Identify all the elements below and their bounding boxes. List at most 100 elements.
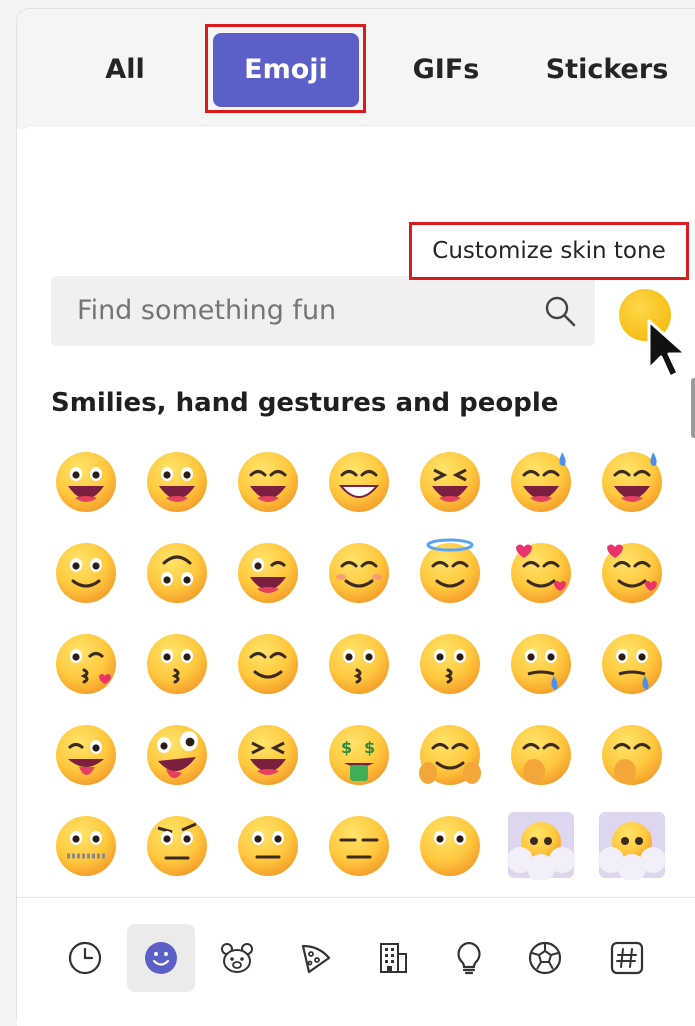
category-places[interactable] bbox=[359, 924, 427, 992]
emoji-graphic bbox=[329, 543, 389, 603]
emoji-smiling-face-with-hearts[interactable] bbox=[506, 537, 576, 607]
emoji-graphic bbox=[507, 812, 575, 882]
emoji-graphic bbox=[420, 452, 480, 512]
emoji-grinning-face-with-smiling-eyes[interactable] bbox=[233, 446, 303, 516]
emoji-drooling-face[interactable] bbox=[597, 628, 667, 698]
svg-text:$: $ bbox=[364, 738, 375, 757]
emoji-graphic bbox=[329, 816, 389, 876]
emoji-beaming-face[interactable] bbox=[324, 446, 394, 516]
emoji-upside-down-face[interactable] bbox=[142, 537, 212, 607]
search-input[interactable] bbox=[77, 276, 507, 346]
emoji-face-with-tongue[interactable] bbox=[51, 719, 121, 789]
emoji-graphic bbox=[329, 452, 389, 512]
emoji-graphic bbox=[56, 725, 116, 785]
emoji-smiling-face-with-halo[interactable] bbox=[415, 537, 485, 607]
emoji-graphic bbox=[238, 634, 298, 694]
clock-icon bbox=[68, 941, 102, 975]
emoji-graphic bbox=[238, 543, 298, 603]
emoji-kissing-face-with-smiling-eyes[interactable] bbox=[324, 628, 394, 698]
emoji-grinning-face-with-big-eyes[interactable] bbox=[142, 446, 212, 516]
tab-gifs[interactable]: GIFs bbox=[391, 33, 501, 107]
emoji-face-with-hand-over-mouth[interactable] bbox=[597, 719, 667, 789]
emoji-graphic bbox=[238, 816, 298, 876]
emoji-graphic bbox=[147, 816, 207, 876]
section-title: Smilies, hand gestures and people bbox=[51, 388, 559, 418]
building-icon bbox=[380, 943, 407, 973]
tab-all[interactable]: All bbox=[77, 33, 173, 107]
emoji-picker-window: All Emoji GIFs Stickers Customize skin t… bbox=[16, 8, 695, 1026]
smiley-icon bbox=[145, 942, 177, 974]
emoji-face-with-raised-eyebrow[interactable] bbox=[142, 810, 212, 880]
skin-tone-tooltip: Customize skin tone bbox=[409, 222, 689, 280]
emoji-expressionless-face[interactable] bbox=[324, 810, 394, 880]
emoji-graphic: $ $ bbox=[329, 725, 389, 785]
emoji-panel: Customize skin tone Smilies, hand gestur… bbox=[17, 125, 695, 1026]
emoji-drooling-face[interactable] bbox=[506, 628, 576, 698]
emoji-grinning-face-with-sweat[interactable] bbox=[506, 446, 576, 516]
category-bar bbox=[17, 897, 695, 1018]
search-box[interactable] bbox=[51, 276, 595, 346]
emoji-graphic bbox=[602, 725, 662, 785]
emoji-face-with-hand-over-mouth[interactable] bbox=[506, 719, 576, 789]
emoji-graphic bbox=[420, 538, 480, 603]
emoji-grinning-squinting-face[interactable] bbox=[415, 446, 485, 516]
tab-emoji[interactable]: Emoji bbox=[213, 33, 359, 107]
mouse-cursor-icon bbox=[647, 319, 688, 379]
category-objects[interactable] bbox=[435, 924, 503, 992]
emoji-money-mouth-face[interactable]: $ $ bbox=[324, 719, 394, 789]
category-food[interactable] bbox=[281, 924, 349, 992]
category-recent[interactable] bbox=[51, 924, 119, 992]
emoji-neutral-face[interactable] bbox=[233, 810, 303, 880]
emoji-graphic bbox=[329, 634, 389, 694]
emoji-graphic bbox=[147, 452, 207, 512]
emoji-face-in-clouds[interactable] bbox=[506, 810, 576, 882]
emoji-hugging-face[interactable] bbox=[415, 719, 485, 789]
emoji-graphic bbox=[238, 725, 298, 785]
emoji-face-without-mouth[interactable] bbox=[415, 810, 485, 880]
category-smilies[interactable] bbox=[127, 924, 195, 992]
emoji-graphic bbox=[511, 543, 571, 603]
emoji-winking-face[interactable] bbox=[233, 537, 303, 607]
soccer-ball-icon bbox=[528, 941, 562, 975]
emoji-graphic bbox=[420, 816, 480, 876]
emoji-graphic bbox=[56, 543, 116, 603]
tab-stickers[interactable]: Stickers bbox=[537, 33, 677, 107]
emoji-graphic bbox=[147, 725, 207, 785]
emoji-graphic bbox=[602, 543, 662, 603]
emoji-smiling-face-with-hearts[interactable] bbox=[597, 537, 667, 607]
pizza-icon bbox=[301, 944, 331, 974]
emoji-graphic bbox=[511, 634, 571, 694]
tab-bar: All Emoji GIFs Stickers bbox=[17, 9, 695, 129]
category-animals[interactable] bbox=[203, 924, 271, 992]
emoji-graphic bbox=[420, 634, 480, 694]
emoji-graphic bbox=[419, 725, 481, 785]
emoji-smiling-face-with-smiling-eyes[interactable] bbox=[324, 537, 394, 607]
emoji-graphic bbox=[238, 452, 298, 512]
search-icon[interactable] bbox=[543, 294, 577, 328]
emoji-graphic bbox=[511, 452, 571, 512]
emoji-slightly-smiling-face[interactable] bbox=[51, 537, 121, 607]
emoji-graphic bbox=[511, 725, 571, 785]
scrollbar-thumb[interactable] bbox=[691, 378, 695, 438]
animal-icon bbox=[221, 943, 253, 973]
emoji-squinting-face-with-tongue[interactable] bbox=[233, 719, 303, 789]
emoji-graphic bbox=[602, 452, 662, 512]
emoji-graphic bbox=[147, 634, 207, 694]
emoji-face-in-clouds[interactable] bbox=[597, 810, 667, 882]
emoji-zipper-mouth-face[interactable] bbox=[51, 810, 121, 880]
lightbulb-icon bbox=[457, 941, 481, 975]
emoji-kissing-face-with-closed-eyes[interactable] bbox=[415, 628, 485, 698]
emoji-grinning-face-with-sweat[interactable] bbox=[597, 446, 667, 516]
emoji-smiling-face[interactable] bbox=[233, 628, 303, 698]
emoji-grinning-face[interactable] bbox=[51, 446, 121, 516]
hashtag-icon bbox=[610, 941, 644, 975]
emoji-kissing-face[interactable] bbox=[142, 628, 212, 698]
category-activities[interactable] bbox=[511, 924, 579, 992]
svg-text:$: $ bbox=[341, 738, 352, 757]
category-symbols[interactable] bbox=[593, 924, 661, 992]
emoji-graphic bbox=[56, 816, 116, 876]
emoji-graphic bbox=[56, 634, 116, 694]
emoji-zany-face[interactable] bbox=[142, 719, 212, 789]
emoji-graphic bbox=[598, 812, 666, 882]
emoji-face-blowing-a-kiss[interactable] bbox=[51, 628, 121, 698]
